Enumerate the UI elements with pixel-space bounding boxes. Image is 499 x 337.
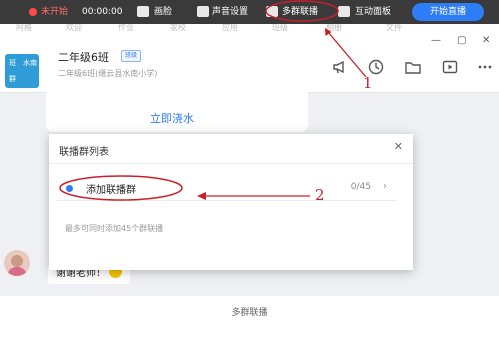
annotation-arrowhead-2 xyxy=(197,192,206,200)
annotation-overlay xyxy=(59,0,367,201)
annotation-arrow-1 xyxy=(327,31,367,78)
annotation-number-2: 2 xyxy=(315,186,325,204)
annotation-ellipse-2 xyxy=(59,175,183,201)
screenshot: 未开始 00:00:00 画脸 声音设置 多群联播 互动面板 开始直播 阿格 欢… xyxy=(0,0,499,296)
annotation-number-1: 1 xyxy=(363,74,373,92)
annotation-ellipse-1 xyxy=(265,0,339,22)
figure-caption: 多群联播 xyxy=(231,308,268,318)
